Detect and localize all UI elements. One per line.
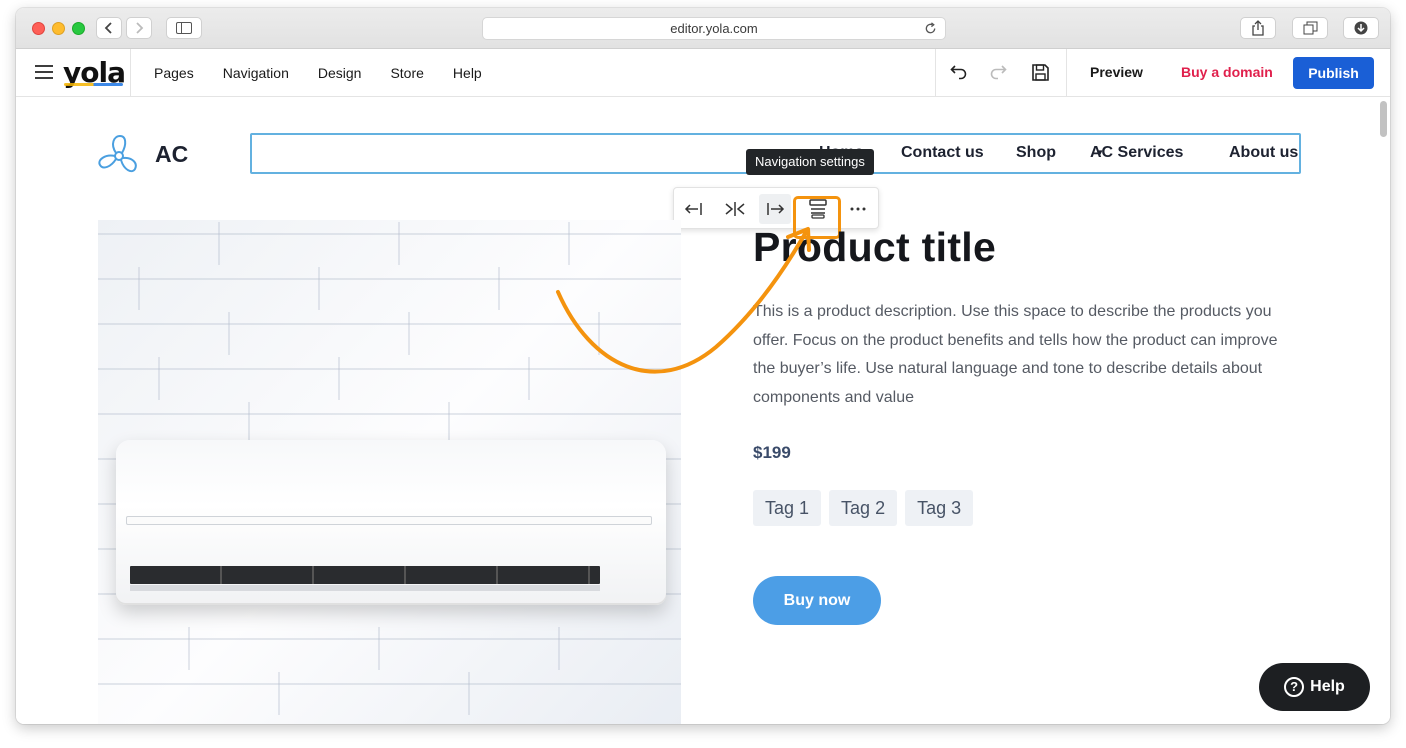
align-center-icon: [725, 202, 745, 216]
undo-icon[interactable]: [950, 63, 968, 81]
logo-text: yola: [63, 56, 126, 89]
menu-navigation[interactable]: Navigation: [223, 65, 289, 81]
navigation-settings-tooltip: Navigation settings: [746, 149, 874, 175]
browser-window: editor.yola.com yola Pages Navigation De…: [16, 8, 1390, 724]
sidebar-toggle-button[interactable]: [166, 17, 202, 39]
ac-panel-line: [126, 516, 652, 525]
forward-button[interactable]: [126, 17, 152, 39]
product-price[interactable]: $199: [753, 443, 791, 463]
brick-joint: [568, 222, 570, 265]
site-name[interactable]: AC: [155, 141, 188, 168]
align-left-button[interactable]: [678, 194, 710, 224]
brick-joint: [498, 267, 500, 310]
scrollbar[interactable]: [1380, 101, 1387, 137]
brick-joint: [448, 402, 450, 445]
ac-louver: [130, 585, 600, 591]
caret-down-icon: ▾: [1098, 147, 1103, 157]
nav-item-ac-services[interactable]: AC Services ▾: [1090, 144, 1183, 162]
menu-store[interactable]: Store: [390, 65, 423, 81]
tag-1[interactable]: Tag 1: [753, 490, 822, 526]
buy-domain-button[interactable]: Buy a domain: [1181, 64, 1273, 80]
help-button[interactable]: ? Help: [1259, 663, 1370, 711]
brick-joint: [598, 312, 600, 355]
download-icon: [1354, 21, 1368, 35]
navigation-toolbar: [673, 187, 879, 229]
brick-joint: [558, 627, 560, 670]
brick-joint: [188, 627, 190, 670]
share-button[interactable]: [1240, 17, 1276, 39]
share-icon: [1252, 20, 1264, 36]
back-button[interactable]: [96, 17, 122, 39]
address-bar[interactable]: editor.yola.com: [482, 17, 946, 40]
brick-joint: [468, 672, 470, 715]
brick-joint: [248, 402, 250, 445]
air-conditioner-illustration: [116, 440, 666, 605]
product-title[interactable]: Product title: [753, 224, 996, 271]
tabs-overview-button[interactable]: [1292, 17, 1328, 39]
brick-joint: [378, 627, 380, 670]
divider: [130, 49, 131, 97]
menu-pages[interactable]: Pages: [154, 65, 194, 81]
brick-joint: [398, 222, 400, 265]
align-left-icon: [684, 203, 702, 215]
brick-joint: [228, 312, 230, 355]
fan-icon[interactable]: [96, 132, 142, 178]
minimize-window-button[interactable]: [52, 22, 65, 35]
brick-joint: [408, 312, 410, 355]
more-icon: [850, 207, 866, 211]
divider: [935, 49, 936, 97]
tag-3[interactable]: Tag 3: [905, 490, 974, 526]
chevron-left-icon: [104, 22, 112, 34]
brick-joint: [278, 672, 280, 715]
brick-joint: [318, 267, 320, 310]
nav-item-contact-us[interactable]: Contact us: [901, 144, 984, 162]
nav-item-about-us[interactable]: About us: [1229, 144, 1298, 162]
question-icon: ?: [1284, 677, 1305, 697]
browser-toolbar: editor.yola.com: [16, 8, 1390, 49]
save-icon[interactable]: [1031, 63, 1050, 82]
redo-icon[interactable]: [989, 63, 1007, 81]
close-window-button[interactable]: [32, 22, 45, 35]
brick-joint: [218, 222, 220, 265]
tabs-icon: [1303, 21, 1317, 35]
url-text: editor.yola.com: [670, 21, 758, 36]
brick-joint: [138, 267, 140, 310]
publish-button[interactable]: Publish: [1293, 57, 1374, 89]
zoom-window-button[interactable]: [72, 22, 85, 35]
yola-logo[interactable]: yola: [63, 56, 126, 89]
align-center-button[interactable]: [719, 194, 751, 224]
more-options-button[interactable]: [842, 194, 874, 224]
site-canvas[interactable]: AC Home Contact us Shop AC Services▾ Abo…: [16, 97, 1390, 724]
product-description[interactable]: This is a product description. Use this …: [753, 298, 1293, 412]
nav-item-shop[interactable]: Shop: [1016, 144, 1056, 162]
tag-2[interactable]: Tag 2: [829, 490, 898, 526]
nav-item-label: AC Services: [1090, 144, 1184, 161]
brick-joint: [338, 357, 340, 400]
ac-vent: [130, 566, 600, 584]
menu-help[interactable]: Help: [453, 65, 482, 81]
brick-joint: [158, 357, 160, 400]
product-image[interactable]: [98, 220, 681, 724]
sidebar-icon: [176, 22, 192, 34]
downloads-button[interactable]: [1343, 17, 1379, 39]
menu-design[interactable]: Design: [318, 65, 362, 81]
chevron-right-icon: [136, 22, 144, 34]
editor-menu: Pages Navigation Design Store Help: [154, 49, 511, 97]
preview-button[interactable]: Preview: [1090, 64, 1143, 80]
hamburger-icon[interactable]: [34, 64, 54, 80]
divider: [1066, 49, 1067, 97]
brick-joint: [528, 357, 530, 400]
help-label: Help: [1310, 678, 1345, 695]
buy-now-button[interactable]: Buy now: [753, 576, 881, 625]
editor-top-bar: yola Pages Navigation Design Store Help …: [16, 49, 1390, 97]
product-tags: Tag 1 Tag 2 Tag 3: [753, 490, 974, 526]
reload-icon[interactable]: [924, 22, 937, 35]
align-right-icon: [767, 203, 785, 215]
align-right-button[interactable]: [759, 194, 791, 224]
